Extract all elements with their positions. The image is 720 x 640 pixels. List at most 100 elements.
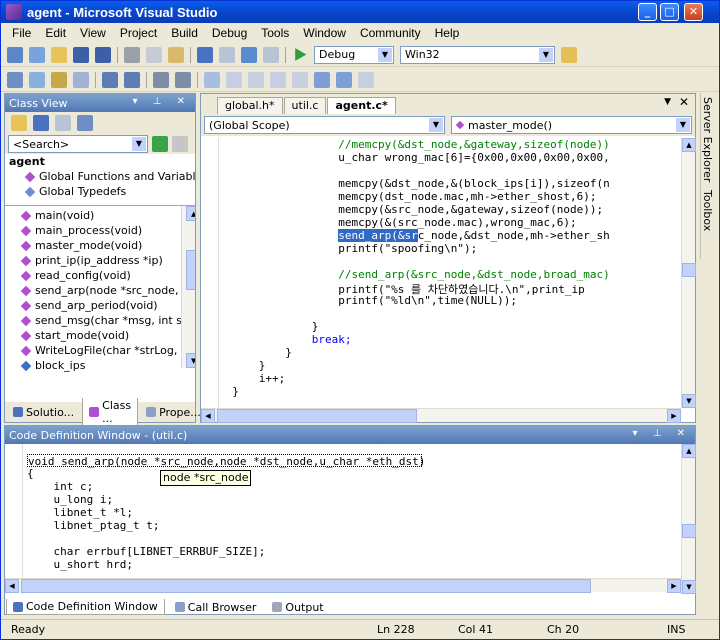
scroll-thumb[interactable]	[682, 263, 696, 277]
menu-view[interactable]: View	[73, 26, 113, 40]
member-item[interactable]: WriteLogFile(char *strLog, i	[5, 343, 195, 358]
parameter-info-icon[interactable]	[29, 71, 45, 88]
increase-indent-icon[interactable]	[124, 71, 140, 88]
previous-bookmark-in-document-icon[interactable]	[314, 71, 330, 88]
comment-out-icon[interactable]	[153, 71, 169, 88]
scroll-thumb[interactable]	[682, 524, 696, 538]
previous-bookmark-in-folder-icon[interactable]	[270, 71, 286, 88]
menu-edit[interactable]: Edit	[38, 26, 73, 40]
paste-icon[interactable]	[168, 46, 184, 63]
server-explorer-tab[interactable]: Server Explorer	[701, 93, 714, 186]
editor-horizontal-scrollbar[interactable]: ◀ ▶	[201, 408, 681, 423]
codedef-line[interactable]: int c;	[27, 480, 677, 493]
tab-code-definition[interactable]: Code Definition Window	[6, 599, 165, 615]
code-line[interactable]: }	[219, 320, 679, 333]
code-line[interactable]: memcpy(&dst_node,&(block_ips[i]),sizeof(…	[219, 177, 679, 190]
class-view-search-input[interactable]: <Search> ▼	[8, 135, 148, 153]
codedef-line[interactable]: u_long i;	[27, 493, 677, 506]
scroll-left-icon[interactable]: ◀	[5, 579, 19, 593]
code-line[interactable]: break;	[219, 333, 679, 346]
code-line[interactable]	[219, 307, 679, 320]
title-bar[interactable]: agent - Microsoft Visual Studio _ □ ✕	[1, 1, 719, 23]
codedef-line[interactable]: char errbuf[LIBNET_ERRBUF_SIZE];	[27, 545, 677, 558]
toggle-bookmark-icon[interactable]	[204, 71, 220, 88]
solution-platform-combo[interactable]: Win32 ▼	[400, 45, 555, 64]
next-bookmark-in-document-icon[interactable]	[336, 71, 352, 88]
editor-vertical-scrollbar[interactable]: ▲ ▼	[681, 138, 696, 408]
tab-class-view[interactable]: Class ...	[82, 397, 139, 427]
tab-solution-explorer[interactable]: Solutio...	[7, 405, 80, 420]
navigate-backward-icon[interactable]	[241, 46, 257, 63]
panel-pin-close-icons[interactable]: ▾ ⊥ ✕	[633, 428, 691, 439]
minimize-button[interactable]: _	[638, 3, 657, 21]
copy-icon[interactable]	[146, 46, 162, 63]
code-line[interactable]: printf("spoofing\n");	[219, 242, 679, 255]
tree-root-agent[interactable]: agent	[5, 154, 195, 169]
menu-tools[interactable]: Tools	[254, 26, 296, 40]
previous-bookmark-icon[interactable]	[226, 71, 242, 88]
codedef-horizontal-scrollbar[interactable]: ◀ ▶	[5, 578, 681, 593]
panel-pin-close-icons[interactable]: ▾ ⊥ ✕	[133, 96, 191, 107]
codedef-line[interactable]: void send_arp(node *src_node,node *dst_n…	[27, 454, 425, 468]
member-item[interactable]: send_arp(node *src_node, n	[5, 283, 195, 298]
codedef-line[interactable]: u_short hrd;	[27, 558, 677, 571]
tree-global-typedefs[interactable]: Global Typedefs	[5, 184, 195, 199]
menu-help[interactable]: Help	[428, 26, 467, 40]
scroll-left-icon[interactable]: ◀	[201, 409, 215, 423]
next-bookmark-in-folder-icon[interactable]	[292, 71, 308, 88]
display-object-member-list-icon[interactable]	[7, 71, 23, 88]
code-line[interactable]: //memcpy(&dst_node,&gateway,sizeof(node)…	[219, 138, 679, 151]
scroll-right-icon[interactable]: ▶	[667, 409, 681, 423]
close-document-icon[interactable]: ✕	[679, 95, 689, 109]
back-icon[interactable]	[33, 115, 49, 131]
settings-icon[interactable]	[77, 115, 93, 131]
codedef-line[interactable]	[27, 532, 677, 545]
active-files-dropdown-icon[interactable]: ▼	[664, 97, 671, 107]
add-item-icon[interactable]	[29, 46, 45, 63]
menu-project[interactable]: Project	[113, 26, 164, 40]
member-item[interactable]: send_arp_period(void)	[5, 298, 195, 313]
menu-window[interactable]: Window	[296, 26, 353, 40]
code-line[interactable]: }	[219, 359, 679, 372]
maximize-button[interactable]: □	[660, 3, 679, 21]
code-line[interactable]: memcpy(&(src_node.mac),wrong_mac,6);	[219, 216, 679, 229]
find-in-files-icon[interactable]	[561, 46, 577, 63]
menu-build[interactable]: Build	[164, 26, 205, 40]
new-folder-icon[interactable]	[11, 115, 27, 131]
member-item[interactable]: print_ip(ip_address *ip)	[5, 253, 195, 268]
scroll-up-icon[interactable]: ▲	[682, 138, 696, 152]
scroll-thumb[interactable]	[186, 250, 195, 290]
tab-util-c[interactable]: util.c	[283, 97, 327, 114]
new-project-icon[interactable]	[7, 46, 23, 63]
open-file-icon[interactable]	[51, 46, 67, 63]
scroll-right-icon[interactable]: ▶	[667, 579, 681, 593]
code-line[interactable]: printf("%ld\n",time(NULL));	[219, 294, 679, 307]
code-line[interactable]: printf("%s 를 차단하였습니다.\n",print_ip	[219, 281, 679, 296]
tab-call-browser[interactable]: Call Browser	[169, 600, 263, 615]
menu-file[interactable]: File	[5, 26, 38, 40]
cut-icon[interactable]	[124, 46, 140, 63]
uncomment-icon[interactable]	[175, 71, 191, 88]
member-item[interactable]: read_config(void)	[5, 268, 195, 283]
codedef-line[interactable]: libnet_t *l;	[27, 506, 677, 519]
member-item[interactable]: master_mode(void)	[5, 238, 195, 253]
toolbox-tab[interactable]: Toolbox	[701, 186, 714, 235]
scroll-down-icon[interactable]: ▼	[682, 580, 696, 594]
scroll-down-icon[interactable]: ▼	[186, 353, 195, 368]
save-icon[interactable]	[73, 46, 89, 63]
decrease-indent-icon[interactable]	[102, 71, 118, 88]
clear-bookmarks-icon[interactable]	[358, 71, 374, 88]
start-debugging-icon[interactable]	[295, 48, 307, 61]
tab-agent-c[interactable]: agent.c*	[327, 97, 396, 114]
code-line[interactable]: send_arp(&src_node,&dst_node,mh->ether_s…	[219, 229, 679, 242]
tree-global-functions[interactable]: Global Functions and Variables	[5, 169, 195, 184]
scroll-thumb[interactable]	[217, 409, 417, 423]
code-line[interactable]: }	[219, 346, 679, 359]
scroll-up-icon[interactable]: ▲	[186, 206, 195, 221]
code-line[interactable]: u_char wrong_mac[6]={0x00,0x00,0x00,0x00…	[219, 151, 679, 164]
code-definition-text[interactable]: void send_arp(node *src_node,node *dst_n…	[27, 454, 677, 594]
redo-icon[interactable]	[219, 46, 235, 63]
scroll-up-icon[interactable]: ▲	[682, 444, 696, 458]
forward-icon[interactable]	[55, 115, 71, 131]
clear-search-icon[interactable]	[172, 136, 188, 152]
